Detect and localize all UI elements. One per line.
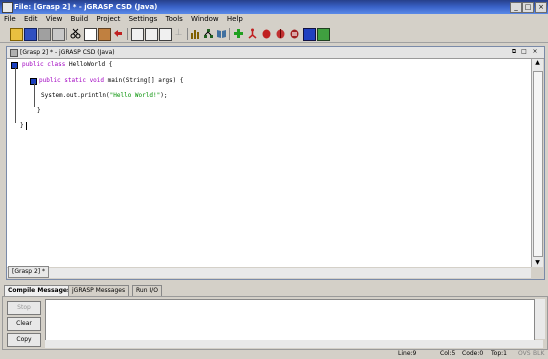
toolbar-separator [187,28,188,40]
toolbar: ⊥ [0,26,548,43]
messages-vertical-scrollbar[interactable] [535,299,545,339]
menu-file[interactable]: File [4,15,16,23]
minimize-button[interactable]: _ [510,2,522,13]
frame-restore-icon[interactable]: ⧉ [510,48,518,56]
clear-button[interactable]: Clear [7,317,41,331]
editor-vertical-scrollbar[interactable]: ▲ ▼ [532,59,543,267]
uml-icon[interactable] [303,28,316,41]
step-icon[interactable] [275,28,286,39]
editor-frame-titlebar: [Grasp 2] * - jGRASP CSD (Java) ⧉ □ × [7,47,544,59]
toolbar-separator [229,28,230,40]
frame-maximize-icon[interactable]: □ [520,48,528,56]
menu-window[interactable]: Window [191,15,219,23]
generate-csd-icon[interactable] [131,28,144,41]
window-titlebar: File: [Grasp 2] * - jGRASP CSD (Java) _ … [0,0,548,14]
menu-tools[interactable]: Tools [166,15,183,23]
csd-method-bracket [34,83,35,107]
status-code: Code:0 [462,350,484,357]
compile-icon[interactable] [233,28,244,39]
stop-button[interactable]: Stop [7,301,41,315]
cut-icon[interactable] [70,28,81,39]
status-line: Line:9 [398,350,417,357]
code-line-1: public class HelloWorld { [22,61,113,68]
app-icon [2,2,13,13]
status-blk: BLK [533,350,545,357]
save-all-icon[interactable] [38,28,51,41]
code-line-3: System.out.println("Hello World!"); [41,92,168,99]
menu-settings[interactable]: Settings [129,15,158,23]
menu-view[interactable]: View [46,15,63,23]
frame-icon [10,49,18,57]
close-button[interactable]: × [535,2,547,13]
toolbar-separator [66,28,67,40]
window-icon[interactable] [317,28,330,41]
run-icon[interactable] [247,28,258,39]
fold-icon[interactable]: ⊥ [173,28,184,39]
status-col: Col:5 [440,350,456,357]
scrollbar-thumb[interactable] [533,71,543,257]
maximize-button[interactable]: □ [522,2,534,13]
code-line-5: } [20,122,24,129]
menubar: File Edit View Build Project Settings To… [0,14,548,25]
menu-build[interactable]: Build [71,15,89,23]
paste-icon[interactable] [98,28,111,41]
stop-icon[interactable] [289,28,300,39]
save-icon[interactable] [24,28,37,41]
code-editor[interactable]: public class HelloWorld { public static … [7,59,532,267]
open-folder-icon[interactable] [10,28,23,41]
doc-icon[interactable] [159,28,172,41]
message-panel: Stop Clear Copy [2,296,548,350]
scroll-down-icon[interactable]: ▼ [532,259,543,267]
document-tab[interactable]: [Grasp 2] * [8,266,50,278]
messages-horizontal-scrollbar[interactable] [45,340,543,348]
menu-edit[interactable]: Edit [24,15,38,23]
text-cursor [26,122,27,130]
messages-output[interactable] [45,299,535,341]
menu-help[interactable]: Help [227,15,243,23]
editor-frame-title: [Grasp 2] * - jGRASP CSD (Java) [20,49,115,56]
status-mode: OVS [518,350,531,357]
remove-csd-icon[interactable] [145,28,158,41]
csd-class-bracket [15,67,16,123]
menu-project[interactable]: Project [96,15,120,23]
window-title: File: [Grasp 2] * - jGRASP CSD (Java) [14,3,158,11]
bar-chart-icon[interactable] [190,28,201,39]
scroll-up-icon[interactable]: ▲ [532,59,543,67]
debug-icon[interactable] [261,28,272,39]
status-bar: Line:9 Col:5 Code:0 Top:1 OVS BLK [0,349,548,359]
status-top: Top:1 [491,350,507,357]
copy-icon[interactable] [84,28,97,41]
editor-horizontal-scrollbar[interactable] [7,268,531,278]
book-icon[interactable] [216,28,227,39]
undo-icon[interactable] [112,28,123,39]
editor-frame: [Grasp 2] * - jGRASP CSD (Java) ⧉ □ × pu… [6,46,545,280]
tree-icon[interactable] [203,28,214,39]
copy-button[interactable]: Copy [7,333,41,347]
code-line-2: public static void main(String[] args) { [39,77,184,84]
code-line-4: } [37,107,41,114]
frame-close-icon[interactable]: × [531,48,539,56]
toolbar-separator [127,28,128,40]
print-icon[interactable] [52,28,65,41]
